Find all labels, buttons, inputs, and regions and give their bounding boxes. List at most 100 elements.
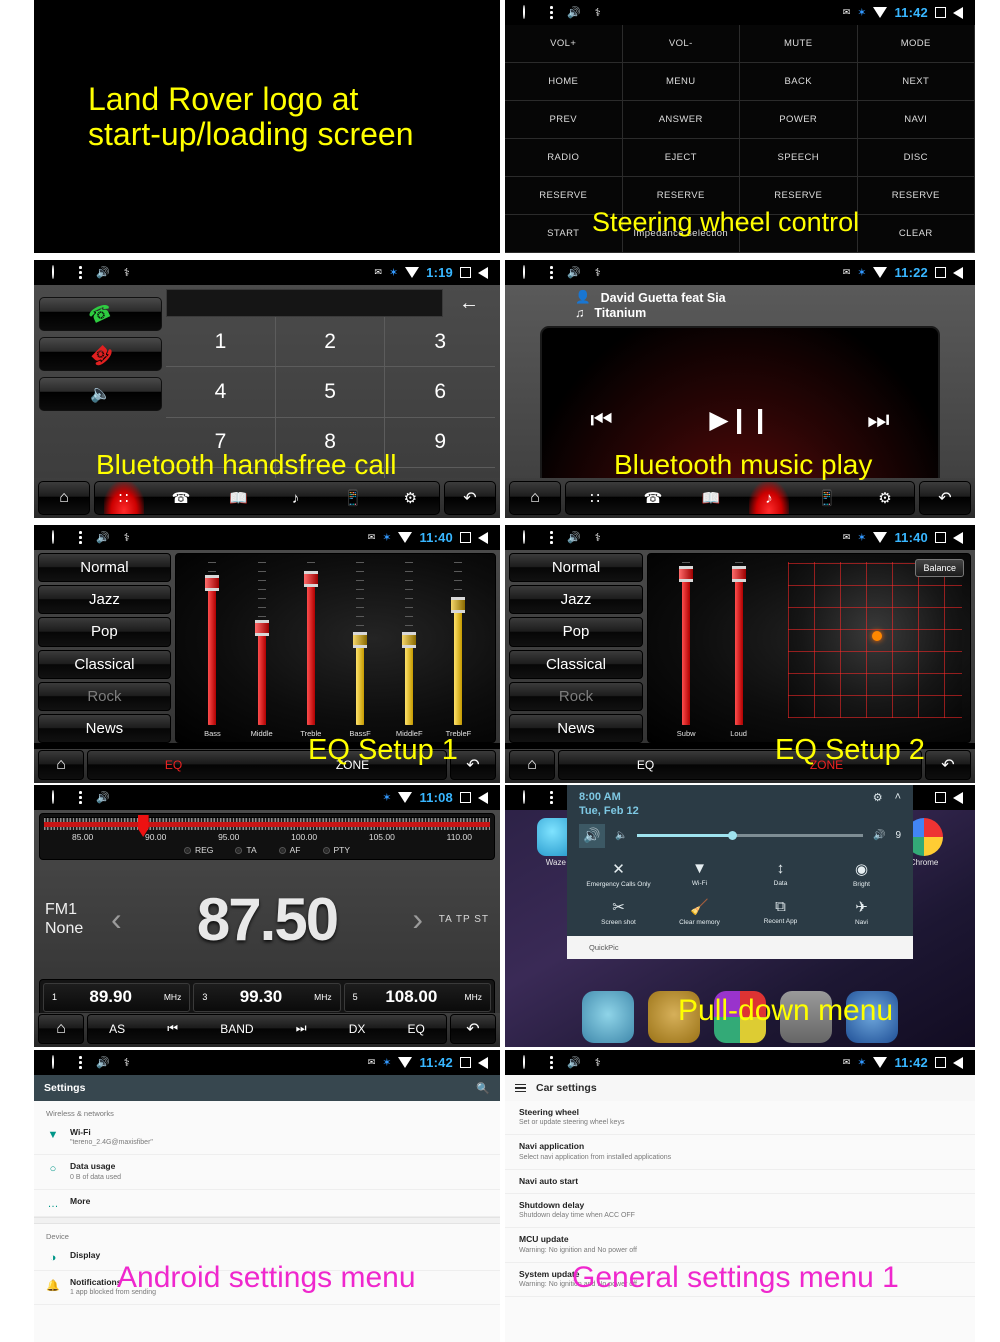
tile-data[interactable]: ↕ Data bbox=[741, 856, 820, 892]
swc-key[interactable]: VOL+ bbox=[505, 25, 623, 63]
dialpad-key[interactable]: 8 bbox=[275, 417, 386, 468]
back-icon[interactable] bbox=[953, 791, 963, 804]
tab-eq[interactable]: EQ bbox=[637, 758, 654, 772]
back-button[interactable]: ↶ bbox=[925, 749, 971, 780]
eq-preset-normal[interactable]: Normal bbox=[509, 553, 643, 583]
bt-settings-icon[interactable]: ⚙ bbox=[390, 482, 430, 514]
eq-preset-jazz[interactable]: Jazz bbox=[509, 585, 643, 615]
cabin-zone-map[interactable] bbox=[788, 562, 962, 718]
swc-key[interactable]: NEXT bbox=[857, 63, 975, 101]
balance-button[interactable]: Balance bbox=[915, 559, 964, 577]
seek-up-button[interactable]: ⏭ bbox=[296, 1021, 307, 1036]
overflow-menu-icon[interactable] bbox=[550, 6, 553, 19]
dialpad-key[interactable]: 1 bbox=[166, 317, 276, 368]
eq-preset-news[interactable]: News bbox=[38, 713, 171, 744]
recents-icon[interactable] bbox=[935, 7, 946, 18]
volume-icon[interactable]: 🔊 bbox=[567, 6, 581, 19]
swc-key[interactable]: ANSWER bbox=[622, 101, 740, 139]
home-button[interactable]: ⌂ bbox=[509, 481, 561, 515]
eq-preset-classical[interactable]: Classical bbox=[38, 649, 171, 679]
dialpad-key[interactable]: 5 bbox=[275, 367, 386, 418]
home-circle-icon[interactable] bbox=[523, 5, 536, 19]
dialpad-key[interactable]: 9 bbox=[385, 418, 495, 468]
call-answer-button[interactable]: ☎ bbox=[39, 297, 163, 331]
camera-dock-icon[interactable] bbox=[648, 991, 700, 1043]
home-circle-icon[interactable] bbox=[523, 530, 536, 544]
back-button[interactable]: ↶ bbox=[450, 749, 496, 780]
dialpad-key[interactable]: 3 bbox=[385, 317, 495, 368]
dialpad-key[interactable]: 7 bbox=[166, 417, 276, 468]
home-circle-icon[interactable] bbox=[523, 265, 536, 279]
settings-row-more[interactable]: … More bbox=[34, 1190, 500, 1217]
zone-position-dot[interactable] bbox=[871, 630, 882, 641]
back-icon[interactable] bbox=[953, 1056, 963, 1069]
tuner-scale[interactable]: 85.00 90.00 95.00 100.00 105.00 110.00 R… bbox=[39, 813, 495, 860]
recents-icon[interactable] bbox=[935, 1057, 946, 1068]
back-button[interactable]: ↶ bbox=[919, 481, 971, 515]
swc-key[interactable]: BACK bbox=[740, 63, 858, 101]
tune-down-button[interactable]: ‹ bbox=[107, 901, 126, 938]
overflow-menu-icon[interactable] bbox=[79, 531, 82, 544]
swc-key[interactable]: RADIO bbox=[505, 139, 623, 177]
tile-wifi[interactable]: ▼ Wi-Fi bbox=[660, 856, 739, 892]
dialpad-key[interactable]: 4 bbox=[166, 367, 276, 418]
call-end-button[interactable]: ☎ bbox=[39, 337, 163, 371]
overflow-menu-icon[interactable] bbox=[79, 266, 82, 279]
bt-settings-icon[interactable]: ⚙ bbox=[865, 482, 905, 514]
phone-number-input[interactable] bbox=[166, 289, 443, 317]
home-button[interactable]: ⌂ bbox=[509, 749, 555, 780]
back-button[interactable]: ↶ bbox=[444, 481, 496, 515]
eq-slider-loud[interactable]: Loud bbox=[712, 562, 764, 738]
home-circle-icon[interactable] bbox=[52, 790, 65, 804]
back-icon[interactable] bbox=[953, 266, 963, 279]
overflow-menu-icon[interactable] bbox=[550, 266, 553, 279]
settings-row-shutdown-delay[interactable]: Shutdown delay Shutdown delay time when … bbox=[505, 1194, 975, 1229]
volume-toggle-icon[interactable]: 🔊 bbox=[579, 823, 605, 848]
volume-slider[interactable] bbox=[637, 831, 863, 840]
call-log-icon[interactable]: ☎ bbox=[161, 482, 201, 514]
swc-key[interactable]: POWER bbox=[740, 101, 858, 139]
phonebook-download-icon[interactable]: 📱 bbox=[333, 482, 373, 514]
eq-preset-news[interactable]: News bbox=[509, 713, 643, 744]
swc-key[interactable]: VOL- bbox=[622, 25, 740, 63]
eq-slider-treble[interactable]: Treble bbox=[286, 562, 335, 738]
dx-button[interactable]: DX bbox=[349, 1022, 366, 1036]
back-icon[interactable] bbox=[478, 266, 488, 279]
settings-row-navi-auto-start[interactable]: Navi auto start bbox=[505, 1170, 975, 1194]
swc-key[interactable]: RESERVE bbox=[857, 177, 975, 215]
volume-icon[interactable]: 🔊 bbox=[567, 266, 581, 279]
bt-music-icon[interactable]: ♪ bbox=[749, 482, 789, 514]
recents-icon[interactable] bbox=[935, 792, 946, 803]
recents-icon[interactable] bbox=[460, 267, 471, 278]
settings-row-steering-wheel[interactable]: Steering wheel Set or update steering wh… bbox=[505, 1101, 975, 1136]
media-dock-icon[interactable] bbox=[846, 991, 898, 1043]
back-icon[interactable] bbox=[953, 6, 963, 19]
swc-key[interactable]: RESERVE bbox=[505, 177, 623, 215]
chevron-up-icon[interactable]: ˄ bbox=[895, 791, 901, 804]
tile-screenshot[interactable]: ✂ Screen shot bbox=[579, 894, 658, 930]
tile-navi[interactable]: ✈ Navi bbox=[822, 894, 901, 930]
dialpad-icon[interactable]: ∷ bbox=[103, 482, 144, 514]
volume-icon[interactable]: 🔊 bbox=[567, 1056, 581, 1069]
recents-icon[interactable] bbox=[935, 267, 946, 278]
overflow-menu-icon[interactable] bbox=[79, 1056, 82, 1069]
tuner-bar[interactable] bbox=[44, 815, 490, 837]
eq-slider-middlef[interactable]: MiddleF bbox=[385, 562, 434, 738]
rds-flag-reg[interactable]: REG bbox=[183, 845, 213, 855]
settings-row-navi-application[interactable]: Navi application Select navi application… bbox=[505, 1135, 975, 1170]
tab-zone[interactable]: ZONE bbox=[810, 758, 843, 772]
swc-key[interactable]: RESERVE bbox=[622, 177, 740, 215]
dialpad-key[interactable]: 6 bbox=[385, 367, 495, 418]
recents-icon[interactable] bbox=[460, 532, 471, 543]
home-button[interactable]: ⌂ bbox=[38, 749, 84, 780]
dialpad-key[interactable]: 2 bbox=[275, 317, 386, 368]
seek-down-button[interactable]: ⏮ bbox=[167, 1021, 178, 1036]
swc-key[interactable]: NAVI bbox=[857, 101, 975, 139]
settings-row-notifications[interactable]: 🔔 Notifications 1 app blocked from sendi… bbox=[34, 1271, 500, 1305]
eq-preset-pop[interactable]: Pop bbox=[38, 617, 171, 647]
overflow-menu-icon[interactable] bbox=[550, 531, 553, 544]
preset-button[interactable]: 1 89.90 MHz bbox=[43, 983, 191, 1012]
swc-key[interactable]: CLEAR bbox=[857, 215, 975, 253]
contacts-icon[interactable]: 📖 bbox=[218, 482, 258, 514]
previous-track-button[interactable]: ⏮ bbox=[590, 406, 613, 435]
